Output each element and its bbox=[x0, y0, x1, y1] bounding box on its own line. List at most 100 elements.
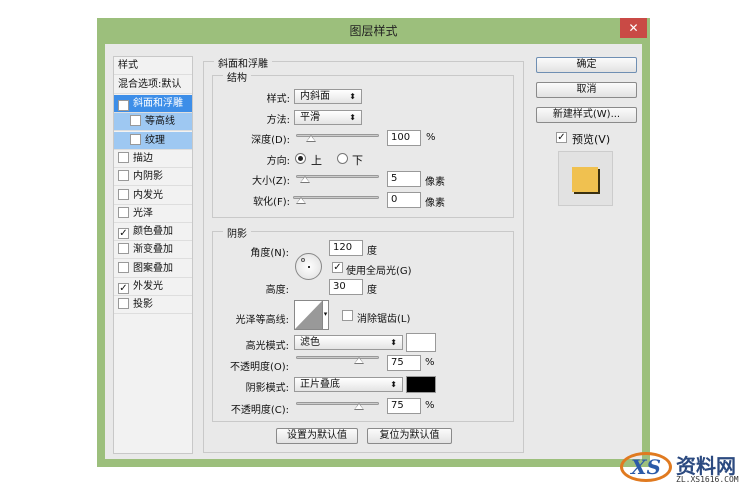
size-unit: 像素 bbox=[425, 177, 445, 188]
sidebar-item-checkbox[interactable] bbox=[130, 115, 141, 127]
sidebar-item-checkbox[interactable] bbox=[118, 298, 129, 310]
global-light-checkbox[interactable]: ✓ bbox=[332, 262, 343, 273]
shadow-opacity-input[interactable]: 75 bbox=[387, 398, 421, 414]
direction-label: 方向: bbox=[266, 156, 290, 167]
angle-unit: 度 bbox=[367, 246, 377, 257]
soften-label: 软化(F): bbox=[253, 197, 290, 208]
sidebar-item-checkbox[interactable]: ✓ bbox=[118, 228, 129, 240]
depth-slider[interactable] bbox=[296, 134, 379, 142]
highlight-mode-select[interactable]: 滤色 ⬍ bbox=[294, 335, 403, 350]
gloss-contour-picker[interactable]: ▾ bbox=[294, 300, 329, 330]
close-icon[interactable]: ✕ bbox=[620, 18, 647, 38]
sidebar-item[interactable]: 光泽 bbox=[114, 205, 192, 223]
depth-label: 深度(D): bbox=[251, 135, 290, 146]
angle-input[interactable]: 120 bbox=[329, 240, 363, 256]
technique-value: 平滑 bbox=[300, 112, 320, 123]
sidebar-item-label: 内阴影 bbox=[133, 171, 163, 183]
sidebar-item-label: 描边 bbox=[133, 152, 153, 164]
style-list: 样式 混合选项:默认 ✓ 斜面和浮雕等高线纹理描边内阴影内发光光泽 ✓ 颜色叠加渐变叠… bbox=[113, 56, 193, 454]
size-input[interactable]: 5 bbox=[387, 171, 421, 187]
altitude-input[interactable]: 30 bbox=[329, 279, 363, 295]
cancel-button[interactable]: 取消 bbox=[536, 82, 637, 98]
soften-slider[interactable] bbox=[293, 196, 379, 204]
shadow-mode-select[interactable]: 正片叠底 ⬍ bbox=[294, 377, 403, 392]
anti-alias-label: 消除锯齿(L) bbox=[357, 314, 411, 325]
new-style-button[interactable]: 新建样式(W)... bbox=[536, 107, 637, 123]
style-list-header: 样式 bbox=[114, 57, 192, 75]
sidebar-item[interactable]: ✓ 外发光 bbox=[114, 278, 192, 296]
soften-input[interactable]: 0 bbox=[387, 192, 421, 208]
shadow-color-swatch[interactable] bbox=[406, 376, 436, 393]
depth-input[interactable]: 100 bbox=[387, 130, 421, 146]
size-label: 大小(Z): bbox=[251, 176, 290, 187]
sidebar-item[interactable]: 投影 bbox=[114, 296, 192, 315]
sidebar-item-checkbox[interactable] bbox=[118, 243, 129, 255]
angle-label: 角度(N): bbox=[250, 248, 289, 259]
sidebar-item-checkbox[interactable] bbox=[118, 188, 129, 200]
make-default-button[interactable]: 设置为默认值 bbox=[276, 428, 358, 444]
highlight-opacity-input[interactable]: 75 bbox=[387, 355, 421, 371]
structure-title: 结构 bbox=[223, 69, 251, 84]
sidebar-item[interactable]: 图案叠加 bbox=[114, 260, 192, 278]
sidebar-item-label: 斜面和浮雕 bbox=[133, 98, 183, 109]
soften-unit: 像素 bbox=[425, 198, 445, 209]
shadow-opacity-label: 不透明度(C): bbox=[230, 405, 289, 416]
sidebar-item-label: 渐变叠加 bbox=[133, 244, 173, 256]
depth-slider-handle[interactable] bbox=[306, 135, 317, 142]
size-slider-handle[interactable] bbox=[300, 176, 311, 183]
highlight-opacity-slider[interactable] bbox=[296, 356, 379, 364]
preview-checkbox[interactable]: ✓ bbox=[556, 132, 567, 143]
shading-title: 阴影 bbox=[223, 225, 251, 240]
sidebar-item-checkbox[interactable] bbox=[118, 151, 129, 163]
style-select[interactable]: 内斜面 ⬍ bbox=[294, 89, 362, 104]
sidebar-item[interactable]: ✓ 颜色叠加 bbox=[114, 223, 192, 242]
global-light-label: 使用全局光(G) bbox=[346, 266, 412, 277]
highlight-opacity-unit: % bbox=[425, 357, 435, 368]
sidebar-item[interactable]: 等高线 bbox=[114, 113, 192, 132]
sidebar-item[interactable]: 内阴影 bbox=[114, 168, 192, 187]
sidebar-item-label: 纹理 bbox=[145, 134, 165, 146]
soften-slider-handle[interactable] bbox=[296, 197, 306, 204]
sidebar-item-label: 图案叠加 bbox=[133, 262, 173, 274]
sidebar-item[interactable]: 纹理 bbox=[114, 131, 192, 150]
direction-up-radio[interactable] bbox=[295, 153, 306, 164]
anti-alias-checkbox[interactable] bbox=[342, 310, 353, 321]
technique-select[interactable]: 平滑 ⬍ bbox=[294, 110, 362, 125]
ok-button[interactable]: 确定 bbox=[536, 57, 637, 73]
highlight-color-swatch[interactable] bbox=[406, 333, 436, 352]
sidebar-item-checkbox[interactable]: ✓ bbox=[118, 283, 129, 294]
style-value: 内斜面 bbox=[300, 91, 330, 102]
direction-down-label: 下 bbox=[352, 154, 363, 167]
sidebar-item-checkbox[interactable] bbox=[118, 170, 129, 182]
angle-dial[interactable] bbox=[295, 253, 322, 280]
sidebar-item-checkbox[interactable] bbox=[118, 261, 129, 273]
contour-thumbnail-icon bbox=[295, 301, 322, 329]
sidebar-item-label: 光泽 bbox=[133, 207, 153, 219]
sidebar-item[interactable]: ✓ 斜面和浮雕 bbox=[114, 95, 192, 113]
shadow-opacity-slider[interactable] bbox=[296, 402, 379, 410]
sidebar-item-label: 颜色叠加 bbox=[133, 226, 173, 238]
shadow-opacity-unit: % bbox=[425, 400, 435, 411]
reset-default-button[interactable]: 复位为默认值 bbox=[367, 428, 452, 444]
watermark-logo: XS 资料网 ZL.XS1616.COM bbox=[620, 450, 750, 488]
direction-down-radio[interactable] bbox=[337, 153, 348, 164]
chevron-down-icon[interactable]: ▾ bbox=[322, 301, 328, 329]
sidebar-item[interactable]: 渐变叠加 bbox=[114, 241, 192, 260]
sidebar-item-blend-options[interactable]: 混合选项:默认 bbox=[114, 76, 192, 94]
preview-swatch bbox=[572, 167, 598, 192]
shadow-mode-label: 阴影模式: bbox=[245, 383, 289, 394]
sidebar-item[interactable]: 内发光 bbox=[114, 187, 192, 205]
sidebar-item-checkbox[interactable] bbox=[130, 133, 141, 145]
preview-box bbox=[558, 151, 613, 206]
shadow-opacity-handle[interactable] bbox=[353, 403, 364, 410]
sidebar-item-label: 投影 bbox=[133, 299, 153, 311]
sidebar-item-checkbox[interactable]: ✓ bbox=[118, 100, 129, 111]
sidebar-item-label: 等高线 bbox=[145, 116, 175, 128]
sidebar-item-checkbox[interactable] bbox=[118, 206, 129, 218]
size-slider[interactable] bbox=[296, 175, 379, 183]
highlight-mode-label: 高光模式: bbox=[245, 341, 289, 352]
highlight-opacity-handle[interactable] bbox=[353, 357, 364, 364]
sidebar-item[interactable]: 描边 bbox=[114, 150, 192, 168]
highlight-opacity-label: 不透明度(O): bbox=[229, 362, 289, 373]
technique-label: 方法: bbox=[266, 115, 290, 126]
